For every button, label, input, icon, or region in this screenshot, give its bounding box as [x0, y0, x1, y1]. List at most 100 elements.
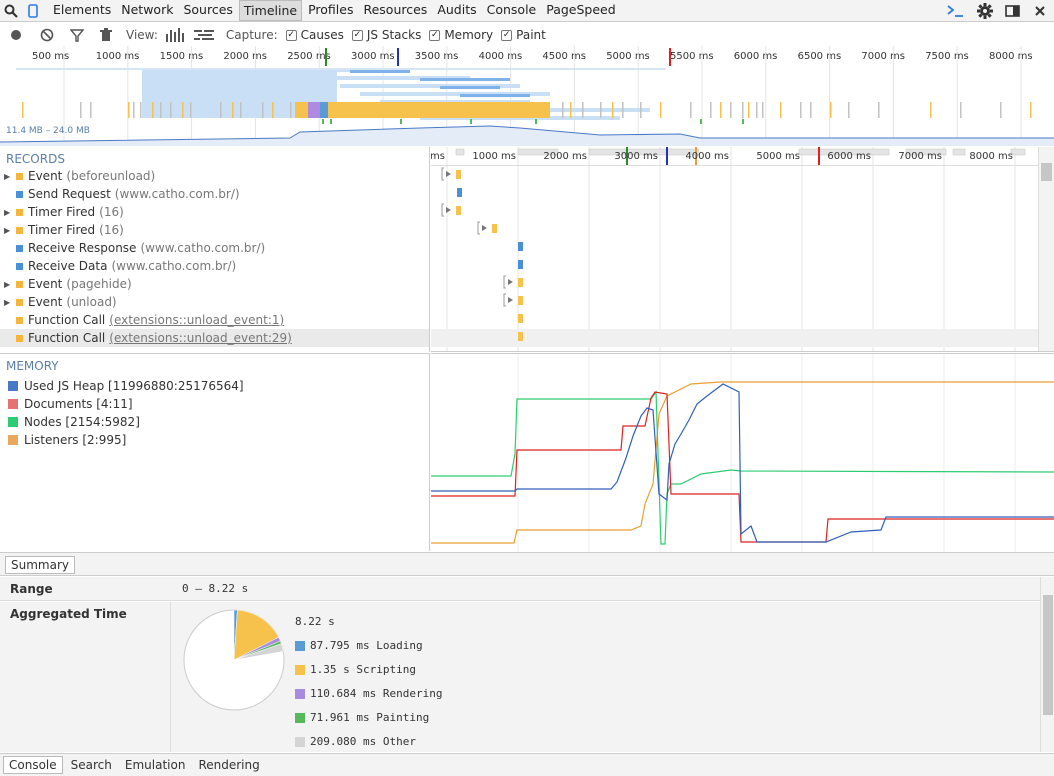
- expand-triangle-icon: [482, 225, 487, 231]
- activity-tick: [562, 102, 564, 118]
- activity-tick: [128, 102, 130, 118]
- paint-marker: [322, 119, 324, 124]
- dock-side-icon[interactable]: [1005, 0, 1023, 22]
- record-row[interactable]: Receive Response (www.catho.com.br/): [0, 239, 429, 257]
- summary-panel: Range 0 – 8.22 s Aggregated Time 8.22 s …: [0, 577, 1054, 752]
- record-row[interactable]: [0, 347, 429, 351]
- capture-label: Capture:: [225, 28, 278, 42]
- paint-marker: [742, 119, 744, 124]
- activity-tick: [22, 102, 24, 118]
- record-row[interactable]: ▶ Event (beforeunload): [0, 167, 429, 185]
- tab-timeline[interactable]: Timeline: [238, 0, 303, 21]
- activity-tick: [272, 102, 274, 118]
- filter-icon[interactable]: [70, 28, 84, 42]
- capture-option-js-stacks[interactable]: ✓ JS Stacks: [351, 28, 421, 42]
- tab-elements[interactable]: Elements: [49, 0, 115, 21]
- overview-frame-bar: [455, 148, 465, 156]
- waterfall-view-icon[interactable]: [193, 29, 214, 41]
- record-row[interactable]: ▶ Event (unload): [0, 293, 429, 311]
- expand-triangle-icon[interactable]: ▶: [4, 208, 14, 217]
- timeline-overview[interactable]: 500 ms 1000 ms 1500 ms 2000 ms 2500 ms 3000 m…: [0, 46, 1054, 146]
- view-label: View:: [126, 28, 158, 42]
- record-bar: [457, 188, 462, 197]
- memory-counter-item[interactable]: Used JS Heap [11996880:25176564]: [0, 377, 429, 395]
- expand-triangle-icon: [446, 207, 451, 213]
- tab-network[interactable]: Network: [117, 0, 177, 21]
- record-source-link[interactable]: (extensions::unload_event:1): [109, 313, 284, 327]
- trash-icon[interactable]: [100, 28, 112, 42]
- memory-graph-area[interactable]: [431, 353, 1054, 552]
- memory-counter-swatch: [8, 435, 18, 445]
- record-row[interactable]: ▶ Timer Fired (16): [0, 221, 429, 239]
- memory-counter-item[interactable]: Nodes [2154:5982]: [0, 413, 429, 431]
- memory-counter-item[interactable]: Documents [4:11]: [0, 395, 429, 413]
- aggregated-row: Aggregated Time 8.22 s 87.795 ms Loading…: [0, 602, 1040, 752]
- record-category-swatch: [16, 208, 23, 216]
- legend-swatch: [295, 688, 305, 699]
- search-icon[interactable]: [0, 0, 22, 22]
- record-source-link[interactable]: (extensions::unload_event:29): [109, 331, 292, 345]
- activity-tick: [800, 102, 802, 118]
- summary-legend-item: 1.35 s Scripting: [295, 663, 416, 676]
- memory-counter-label: Nodes [2154:5982]: [24, 415, 140, 429]
- activity-tick: [290, 102, 292, 118]
- checkbox[interactable]: ✓: [501, 29, 513, 41]
- memory-header: MEMORY: [6, 359, 59, 373]
- expand-triangle-icon[interactable]: ▶: [4, 298, 14, 307]
- checkbox[interactable]: ✓: [285, 29, 297, 41]
- record-bar: [518, 242, 523, 251]
- capture-option-paint[interactable]: ✓ Paint: [501, 28, 546, 42]
- expand-triangle-icon[interactable]: ▶: [4, 280, 14, 289]
- summary-scrollbar[interactable]: [1040, 577, 1054, 752]
- records-timeline[interactable]: ms 1000 ms 2000 ms 3000 ms 4000 ms 5000 ms 600…: [431, 147, 1054, 352]
- settings-gear-icon[interactable]: [976, 0, 994, 22]
- activity-tick: [660, 102, 662, 118]
- records-scrollbar[interactable]: [1038, 147, 1054, 351]
- record-row[interactable]: ▶ Timer Fired (16): [0, 203, 429, 221]
- record-bracket: [503, 293, 506, 307]
- drawer-tab-emulation[interactable]: Emulation: [120, 757, 191, 773]
- tab-resources[interactable]: Resources: [359, 0, 431, 21]
- timeline-tick-label: 6000 ms: [827, 151, 871, 162]
- record-icon[interactable]: [10, 29, 22, 41]
- capture-option-memory[interactable]: ✓ Memory: [429, 28, 493, 42]
- overview-frame-bar: [952, 148, 966, 156]
- paint-marker: [700, 119, 702, 124]
- activity-tick: [170, 102, 172, 118]
- record-row[interactable]: Send Request (www.catho.com.br/): [0, 185, 429, 203]
- tab-pagespeed[interactable]: PageSpeed: [542, 0, 619, 21]
- close-icon[interactable]: [1034, 0, 1046, 22]
- record-row[interactable]: Function Call (extensions::unload_event:1…: [0, 311, 429, 329]
- activity-tick: [133, 102, 135, 118]
- drawer-tab-rendering[interactable]: Rendering: [193, 757, 264, 773]
- record-row[interactable]: ▶ Event (pagehide): [0, 275, 429, 293]
- expand-triangle-icon[interactable]: ▶: [4, 226, 14, 235]
- drawer-tab-search[interactable]: Search: [66, 757, 117, 773]
- tab-console[interactable]: Console: [483, 0, 541, 21]
- checkbox[interactable]: ✓: [429, 29, 441, 41]
- console-drawer-icon[interactable]: [946, 0, 966, 22]
- clear-icon[interactable]: [40, 28, 54, 42]
- drawer-tab-console[interactable]: Console: [3, 756, 63, 774]
- memory-counter-item[interactable]: Listeners [2:995]: [0, 431, 429, 449]
- devtools-tabbar: Elements Network Sources Timeline Profiles Re…: [0, 0, 1054, 22]
- activity-tick: [730, 102, 732, 118]
- aggregated-pie-chart: [183, 609, 285, 711]
- activity-tick: [780, 102, 782, 118]
- flamechart-view-icon[interactable]: [165, 28, 184, 42]
- paint-marker: [470, 119, 472, 124]
- expand-triangle-icon[interactable]: ▶: [4, 172, 14, 181]
- activity-tick: [140, 102, 142, 118]
- tab-audits[interactable]: Audits: [433, 0, 480, 21]
- overview-graph: [0, 46, 1054, 146]
- tab-sources[interactable]: Sources: [179, 0, 236, 21]
- activity-tick: [1030, 102, 1032, 118]
- capture-option-causes[interactable]: ✓ Causes: [285, 28, 344, 42]
- tab-profiles[interactable]: Profiles: [304, 0, 357, 21]
- record-row[interactable]: Function Call (extensions::unload_event:2…: [0, 329, 429, 347]
- overview-frame-bar: [1010, 148, 1026, 156]
- device-mode-icon[interactable]: [22, 0, 44, 22]
- checkbox[interactable]: ✓: [351, 29, 363, 41]
- tab-summary[interactable]: Summary: [5, 556, 75, 574]
- record-row[interactable]: Receive Data (www.catho.com.br/): [0, 257, 429, 275]
